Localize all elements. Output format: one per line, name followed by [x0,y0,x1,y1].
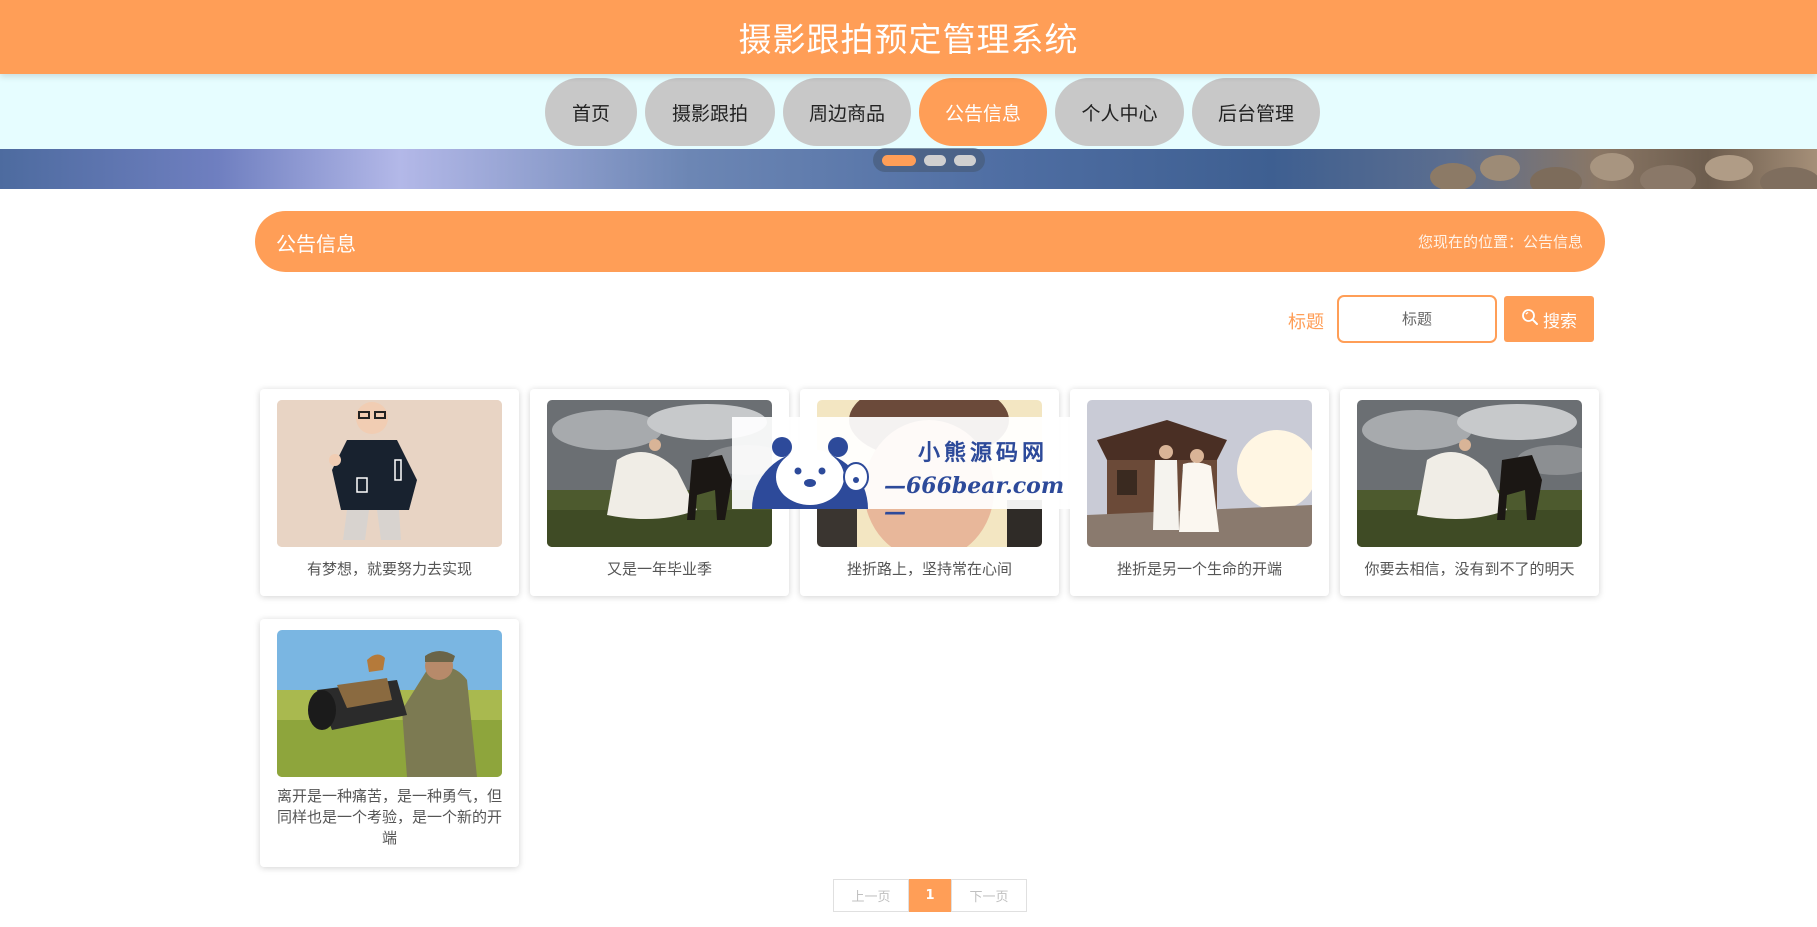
carousel-indicators [873,148,985,172]
card-image [1087,400,1312,547]
nav-item-photography[interactable]: 摄影跟拍 [645,78,775,146]
card-image [277,400,502,547]
next-page-button[interactable]: 下一页 [951,879,1027,912]
top-banner: 摄影跟拍预定管理系统 [0,0,1817,74]
card-image [1357,400,1582,547]
search-button-label: 搜索 [1543,311,1577,332]
page-button-1[interactable]: 1 [909,879,951,912]
card-caption: 挫折路上，坚持常在心间 [846,560,1012,578]
search-input[interactable] [1337,295,1497,343]
carousel-dot-1[interactable] [882,154,916,166]
section-title: 公告信息 [276,232,356,256]
announcement-card[interactable]: 挫折是另一个生命的开端 [1070,389,1329,596]
announcement-card[interactable]: 离开是一种痛苦，是一种勇气，但同样也是一个考验，是一个新的开端 [260,619,519,867]
search-icon [1521,308,1539,331]
nav-item-home[interactable]: 首页 [545,78,637,146]
nav-item-admin[interactable]: 后台管理 [1192,78,1320,146]
card-caption: 挫折是另一个生命的开端 [1116,560,1282,578]
bear-logo-icon [752,437,869,509]
section-header: 公告信息 您现在的位置：公告信息 [255,211,1605,272]
site-title: 摄影跟拍预定管理系统 [738,20,1079,59]
announcement-card[interactable]: 有梦想，就要努力去实现 [260,389,519,596]
carousel-dot-2[interactable] [924,154,946,166]
nav-item-products[interactable]: 周边商品 [783,78,911,146]
pagination: 上一页 1 下一页 [833,879,1027,912]
search-label: 标题 [1288,312,1324,333]
watermark-title: 小熊源码网 [918,440,1049,466]
watermark: 小熊源码网 —666bear.com— [732,417,1074,525]
nav-item-personal-center[interactable]: 个人中心 [1055,78,1184,146]
main-nav: 首页 摄影跟拍 周边商品 公告信息 个人中心 后台管理 [0,74,1817,149]
announcement-card[interactable]: 你要去相信，没有到不了的明天 [1340,389,1599,596]
card-caption: 有梦想，就要努力去实现 [306,560,472,578]
search-button[interactable]: 搜索 [1504,296,1594,342]
prev-page-button[interactable]: 上一页 [833,879,909,912]
card-caption: 你要去相信，没有到不了的明天 [1364,560,1575,578]
breadcrumb: 您现在的位置：公告信息 [1417,233,1583,251]
carousel-dot-3[interactable] [954,154,976,166]
card-image [277,630,502,777]
nav-item-announcements[interactable]: 公告信息 [919,78,1047,146]
card-caption: 又是一年毕业季 [606,560,712,578]
card-caption: 离开是一种痛苦，是一种勇气，但同样也是一个考验，是一个新的开端 [276,787,502,847]
watermark-url: —666bear.com— [884,473,1065,525]
